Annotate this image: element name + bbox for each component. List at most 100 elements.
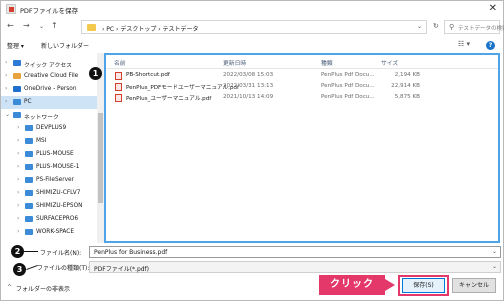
header-divider bbox=[106, 68, 498, 69]
save-dialog: PDFファイルを保存 ✕ ← → ⌄ ↑ › PC › デスクトップ › テスト… bbox=[0, 0, 504, 301]
filename-label: ファイル名(N): bbox=[40, 250, 82, 257]
location-icon bbox=[25, 190, 33, 196]
chevron-icon[interactable]: ⌄ bbox=[5, 111, 10, 118]
chevron-icon[interactable]: › bbox=[17, 215, 19, 222]
chevron-down-icon[interactable]: ⌄ bbox=[492, 263, 497, 270]
view-options-icon[interactable]: ☷ ▾ bbox=[458, 40, 470, 48]
filetype-value[interactable]: PDFファイル(*.pdf) bbox=[94, 264, 149, 273]
chevron-icon[interactable]: › bbox=[5, 72, 7, 79]
location-icon bbox=[25, 138, 33, 144]
chevron-icon[interactable]: › bbox=[17, 189, 19, 196]
forward-arrow-icon[interactable]: → bbox=[23, 21, 30, 30]
pdf-file-icon bbox=[115, 83, 122, 91]
chevron-icon[interactable]: › bbox=[17, 137, 19, 144]
sidebar-item[interactable]: › PS-FileServer bbox=[1, 174, 99, 187]
callout-arrow bbox=[385, 279, 395, 291]
file-type: PenPlus Pdf Docu... bbox=[321, 83, 375, 89]
pdf-file-icon bbox=[115, 72, 122, 80]
sidebar-item[interactable]: › SHIMIZU-EPSON bbox=[1, 200, 99, 213]
column-size[interactable]: サイズ bbox=[381, 58, 398, 67]
file-name: PenPlus_ユーザーマニュアル.pdf bbox=[126, 96, 212, 102]
chevron-icon[interactable]: › bbox=[17, 150, 19, 157]
address-bar[interactable]: › PC › デスクトップ › テストデータ ⌄ bbox=[81, 20, 427, 34]
recent-locations-icon[interactable]: ⌄ bbox=[39, 23, 44, 30]
navigation-bar: ← → ⌄ ↑ › PC › デスクトップ › テストデータ ⌄ ↻ ⚲ テスト… bbox=[1, 18, 504, 36]
sidebar-item-label: MSI bbox=[36, 138, 47, 144]
sidebar-item[interactable]: › PLUS-MOUSE-1 bbox=[1, 161, 99, 174]
file-size: 2,194 KB bbox=[394, 72, 420, 78]
sidebar-item-label: SHIMIZU-CFLV7 bbox=[36, 190, 81, 196]
title-bar: PDFファイルを保存 ✕ bbox=[1, 1, 503, 18]
filetype-select[interactable]: PDFファイル(*.pdf) ⌄ bbox=[89, 261, 501, 273]
help-icon[interactable]: ? bbox=[486, 41, 495, 50]
sidebar-item[interactable]: › SURFACEPRO6 bbox=[1, 213, 99, 226]
column-date[interactable]: 更新日時 bbox=[223, 58, 246, 67]
file-type: PenPlus Pdf Docu... bbox=[321, 72, 375, 78]
new-folder-button[interactable]: 新しいフォルダー bbox=[41, 41, 89, 50]
breadcrumb[interactable]: › PC › デスクトップ › テストデータ bbox=[102, 24, 199, 33]
column-type[interactable]: 種類 bbox=[321, 58, 333, 67]
file-row[interactable]: PB-Shortcut.pdf 2022/03/08 15:03 PenPlus P… bbox=[106, 71, 498, 81]
filename-field[interactable]: PenPlus for Business.pdf ⌄ bbox=[89, 246, 501, 258]
sidebar-item[interactable]: › PLUS-MOUSE bbox=[1, 148, 99, 161]
sidebar-item[interactable]: › OneDrive - Person bbox=[1, 83, 99, 96]
location-icon bbox=[25, 151, 33, 157]
scrollbar-thumb[interactable] bbox=[98, 113, 103, 203]
filename-value[interactable]: PenPlus for Business.pdf bbox=[94, 249, 167, 256]
chevron-icon[interactable]: › bbox=[17, 163, 19, 170]
column-name[interactable]: 名前 bbox=[114, 58, 126, 67]
hide-folders-toggle[interactable]: フォルダーの非表示 bbox=[16, 284, 70, 293]
file-list: 名前 更新日時 種類 サイズ PB-Shortcut.pdf 2022/03/08… bbox=[104, 53, 500, 243]
sidebar-item[interactable]: › DEVPLUS9 bbox=[1, 122, 99, 135]
sidebar-item[interactable]: › MSI bbox=[1, 135, 99, 148]
sidebar-item[interactable]: ⌄ ネットワーク bbox=[1, 109, 99, 122]
location-icon bbox=[25, 177, 33, 183]
chevron-icon[interactable]: › bbox=[5, 98, 7, 105]
refresh-icon[interactable]: ↻ bbox=[433, 22, 439, 30]
search-box[interactable]: ⚲ テストデータの検索 bbox=[444, 20, 504, 34]
sidebar-item-label: PLUS-MOUSE bbox=[36, 151, 74, 157]
sidebar-item[interactable]: › Creative Cloud File bbox=[1, 70, 99, 83]
sidebar-item-label: OneDrive - Person bbox=[24, 86, 77, 92]
chevron-icon[interactable]: › bbox=[5, 59, 7, 66]
command-bar: 整理 ▾ 新しいフォルダー ☷ ▾ ? bbox=[1, 37, 503, 53]
location-icon bbox=[13, 73, 21, 79]
step-marker-1: 1 bbox=[89, 67, 102, 80]
chevron-icon[interactable]: › bbox=[5, 85, 7, 92]
back-arrow-icon[interactable]: ← bbox=[7, 21, 14, 30]
step-marker-2: 2 bbox=[11, 245, 24, 258]
sidebar-item[interactable]: › SHIMIZU-CFLV7 bbox=[1, 187, 99, 200]
sidebar-item-label: PC bbox=[24, 99, 32, 105]
up-arrow-icon[interactable]: ↑ bbox=[51, 21, 58, 30]
save-button[interactable]: 保存(S) bbox=[402, 278, 445, 293]
pointer-line bbox=[24, 251, 38, 252]
organize-button[interactable]: 整理 ▾ bbox=[7, 41, 24, 50]
file-date: 2021/10/13 14:09 bbox=[223, 94, 274, 100]
sidebar-item-label: SURFACEPRO6 bbox=[36, 216, 79, 222]
chevron-up-icon[interactable]: ^ bbox=[7, 284, 12, 291]
chevron-down-icon[interactable]: ⌄ bbox=[417, 23, 422, 30]
cancel-button[interactable]: キャンセル bbox=[452, 278, 496, 293]
chevron-down-icon[interactable]: ⌄ bbox=[492, 248, 497, 255]
file-row[interactable]: PenPlus_ユーザーマニュアル.pdf 2021/10/13 14:09 Pen… bbox=[106, 93, 498, 103]
sidebar-item[interactable]: › クイック アクセス bbox=[1, 57, 99, 70]
chevron-icon[interactable]: › bbox=[17, 176, 19, 183]
sidebar-item-label: クイック アクセス bbox=[24, 63, 72, 69]
chevron-icon[interactable]: › bbox=[17, 202, 19, 209]
chevron-icon[interactable]: › bbox=[17, 124, 19, 131]
sidebar-item-label: PLUS-MOUSE-1 bbox=[36, 164, 80, 170]
location-icon bbox=[13, 86, 21, 92]
sidebar-item[interactable]: › WORK-SPACE bbox=[1, 226, 99, 239]
chevron-icon[interactable]: › bbox=[17, 228, 19, 235]
file-name: PenPlus_PDFモードユーザーマニュアル.pdf bbox=[126, 85, 239, 91]
search-icon: ⚲ bbox=[449, 23, 455, 31]
sidebar-scrollbar[interactable] bbox=[97, 53, 104, 243]
file-row[interactable]: PenPlus_PDFモードユーザーマニュアル.pdf 2022/03/31 13… bbox=[106, 82, 498, 92]
file-type: PenPlus Pdf Docu... bbox=[321, 94, 375, 100]
sidebar-item-label: SHIMIZU-EPSON bbox=[36, 203, 83, 209]
pdf-app-icon bbox=[6, 4, 16, 14]
sidebar-item[interactable]: › PC bbox=[1, 96, 99, 109]
file-date: 2022/03/08 15:03 bbox=[223, 72, 274, 78]
folder-icon bbox=[87, 24, 96, 31]
close-icon[interactable]: ✕ bbox=[489, 3, 497, 14]
